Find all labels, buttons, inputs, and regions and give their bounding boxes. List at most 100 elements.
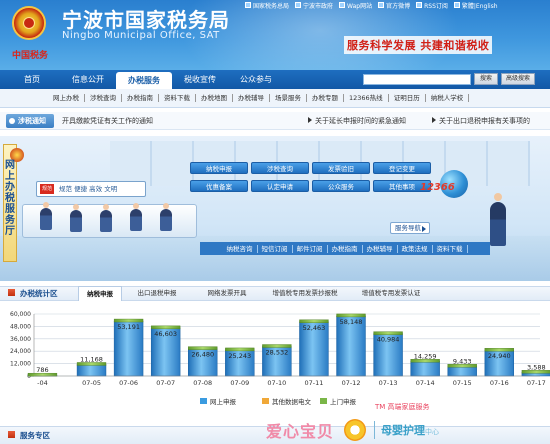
subnav-item[interactable]: 涉税查询	[85, 94, 122, 102]
service-buttons: 纳税申报 涉税查询 发票验旧 登记变更 优惠备案 认定申请 公众服务 其他事项	[190, 162, 431, 192]
banner-link[interactable]: 办税辅导	[363, 244, 398, 253]
hotline-number: 12366	[420, 182, 455, 193]
subnav-item[interactable]: 办税专题	[307, 94, 344, 102]
subnav-item[interactable]: 网上办税	[48, 94, 85, 102]
emblem-icon	[245, 2, 251, 8]
bar-value-label: 40,984	[377, 336, 400, 344]
subnav-item[interactable]: 场景服务	[270, 94, 307, 102]
subnav-item[interactable]: 资料下载	[159, 94, 196, 102]
bar-value-label: 26,480	[191, 351, 214, 359]
nav-item[interactable]: 税收宣传	[172, 70, 228, 89]
service-pill-button[interactable]: 涉税查询	[251, 162, 309, 174]
search-input[interactable]	[363, 74, 471, 85]
x-tick-label: 07-17	[527, 379, 546, 387]
x-tick-label: 07-10	[267, 379, 286, 387]
service-sign: 规范 规范 便捷 高效 文明	[36, 181, 146, 197]
advanced-search-button[interactable]: 高级搜索	[501, 73, 535, 85]
stats-tab[interactable]: 纳税申报	[78, 286, 122, 301]
banner-link[interactable]: 邮件订阅	[293, 244, 328, 253]
bullet-icon	[308, 117, 312, 123]
subnav-item[interactable]: 纳税人学校	[426, 94, 470, 102]
bar-cap	[113, 318, 144, 323]
top-link[interactable]: 繁體|English	[453, 1, 498, 10]
stats-tab[interactable]: 增值税专用发票抄报税	[262, 286, 348, 301]
bullet-icon	[432, 117, 436, 123]
notice-item[interactable]: 关于出口退税申报有关事项的	[432, 116, 530, 126]
bar	[76, 364, 107, 377]
nav-item[interactable]: 首页	[4, 70, 60, 89]
top-link-label: 繁體|English	[461, 2, 498, 10]
x-tick-label: 07-08	[193, 379, 212, 387]
bar-value-label: 14,259	[414, 352, 437, 360]
search-button[interactable]: 搜索	[474, 73, 498, 85]
bar-cap	[336, 313, 366, 318]
y-tick-label: 36,000	[10, 336, 31, 343]
service-pill-button[interactable]: 优惠备案	[190, 180, 248, 192]
banner-link[interactable]: 资料下载	[433, 244, 468, 253]
bar-value-label: 11,168	[80, 355, 103, 363]
service-pill-button[interactable]: 认定申请	[251, 180, 309, 192]
service-pill-button[interactable]: 登记变更	[373, 162, 431, 174]
x-tick-label: 07-12	[342, 379, 361, 387]
top-link[interactable]: 国家税务总局	[245, 1, 289, 10]
x-tick-label: 07-06	[119, 379, 138, 387]
top-link[interactable]: RSS订阅	[416, 1, 448, 10]
top-link[interactable]: 宁波市政府	[295, 1, 333, 10]
nav-item[interactable]: 信息公开	[60, 70, 116, 89]
service-pill-button[interactable]: 纳税申报	[190, 162, 248, 174]
top-link[interactable]: 官方微博	[378, 1, 410, 10]
nav-item[interactable]: 公众参与	[228, 70, 284, 89]
service-guide-button[interactable]: 服务导航	[390, 222, 430, 234]
subnav-item[interactable]: 12366热线	[344, 94, 389, 102]
nav-item[interactable]: 办税服务	[116, 72, 172, 89]
stats-tab[interactable]: 网络发票开具	[192, 286, 262, 301]
language-icon	[453, 2, 460, 8]
notice-item[interactable]: 关于延长申报时间的紧急通知	[308, 116, 406, 126]
top-link-label: 国家税务总局	[253, 2, 290, 10]
site-title[interactable]: 宁波市国家税务局	[62, 4, 230, 33]
x-tick-label: 07-11	[304, 379, 323, 387]
stats-title: 办税统计区	[0, 288, 78, 299]
stats-tab[interactable]: 增值税专用发票认证	[348, 286, 434, 301]
bar-value-label: 24,940	[488, 352, 511, 360]
legend-swatch	[200, 398, 207, 404]
notice-item[interactable]: 开具缴款凭证有关工作的通知	[62, 116, 153, 126]
notice-text: 关于延长申报时间的紧急通知	[315, 117, 406, 125]
service-pill-button[interactable]: 公众服务	[312, 180, 370, 192]
bar-value-label: 786	[36, 366, 48, 374]
legend-label: 其他数据电文	[272, 397, 312, 406]
x-tick-label: 07-16	[490, 379, 509, 387]
bar-value-label: 25,243	[228, 352, 251, 360]
service-pill-button[interactable]: 发票验旧	[312, 162, 370, 174]
bar-value-label: 9,433	[453, 357, 472, 365]
sign-logo: 规范	[40, 184, 54, 194]
subnav-item[interactable]: 办税辅导	[233, 94, 270, 102]
banner-link[interactable]: 政策法规	[398, 244, 433, 253]
subnav-item[interactable]: 证明日历	[389, 94, 426, 102]
banner-link[interactable]: 纳税咨询	[223, 244, 258, 253]
declaration-chart: 012,00024,00036,00048,00060,000 78611,16…	[10, 311, 550, 406]
banner-link[interactable]: 短信订阅	[258, 244, 293, 253]
bar-value-label: 46,603	[154, 330, 177, 338]
watermark-subtitle: TM 高端家庭服务	[375, 403, 430, 411]
subnav-item[interactable]: 办税地图	[196, 94, 233, 102]
chart-x-axis: -04 07-05 07-06 07-07 07-08 07-09 07-10 07-11 07…	[34, 375, 546, 387]
main-nav-items: 首页 信息公开 办税服务 税收宣传 公众参与	[4, 70, 284, 89]
banner-link[interactable]: 办税指南	[328, 244, 363, 253]
tax-emblem-icon[interactable]	[12, 6, 46, 40]
clerk-figure	[130, 203, 142, 231]
top-link[interactable]: Wap网站	[339, 1, 372, 10]
site-subtitle: Ningbo Municipal Office, SAT	[62, 30, 220, 41]
x-tick-label: -04	[37, 379, 48, 387]
x-tick-label: 07-09	[230, 379, 249, 387]
bar-value-label: 28,532	[265, 349, 288, 357]
tax-officer-figure	[490, 193, 506, 246]
subnav-item[interactable]: 办税指南	[122, 94, 159, 102]
top-link-label: 官方微博	[386, 2, 411, 10]
stats-tab[interactable]: 出口退税申报	[122, 286, 192, 301]
bar-value-label: 3,588	[527, 363, 546, 371]
watermark-text: 爱心宝贝	[266, 422, 335, 441]
y-tick-label: 12,000	[10, 361, 31, 368]
notice-bar: 涉税通知 开具缴款凭证有关工作的通知 关于延长申报时间的紧急通知 关于出口退税申…	[0, 112, 550, 130]
chart-bars: 786 11,168 53,191 46,603 26,480 25,243 28,532 5…	[27, 313, 550, 377]
